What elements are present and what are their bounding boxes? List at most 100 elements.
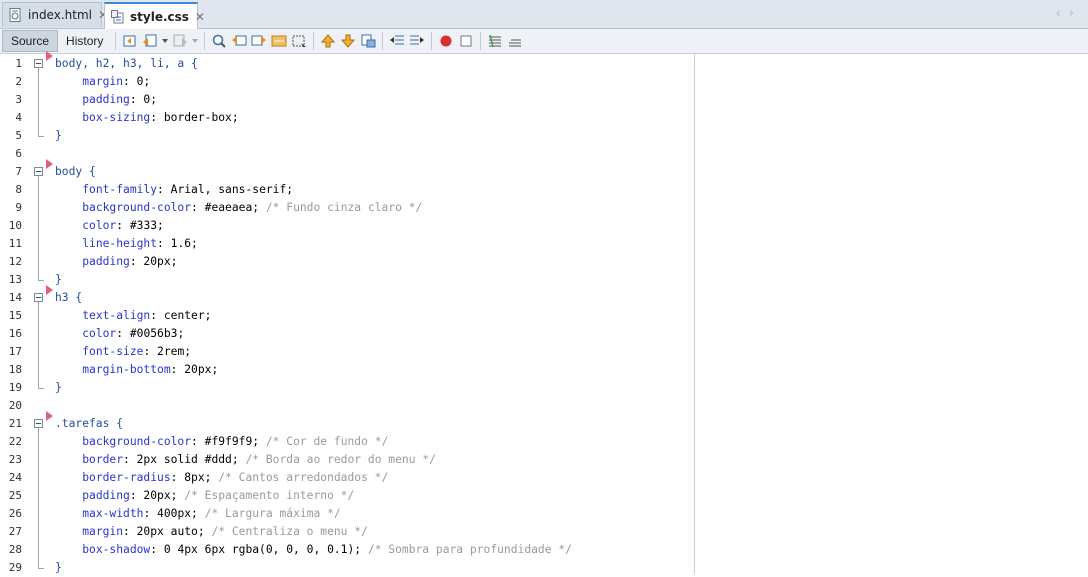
line-number: 16 [8,327,22,340]
next-bookmark-icon[interactable] [339,32,357,50]
css-comment: /* Centraliza o menu */ [211,525,368,538]
code-line: } [50,559,1080,577]
code-line: padding: 20px; /* Espaçamento interno */ [50,487,1080,505]
css-property: border-radius [82,471,171,484]
code-text: margin: 0; [55,73,150,91]
toolbar-separator [115,32,117,50]
code-line: body { [50,163,1080,181]
tab-style-css[interactable]: style.css ✕ [104,2,205,29]
collapse-fold-icon[interactable] [34,293,43,302]
line-number: 24 [8,471,22,484]
css-value: : 20px auto; [123,525,212,538]
css-selector: } [55,381,62,394]
code-line: body, h2, h3, li, a { [50,55,1080,73]
code-text: line-height: 1.6; [55,235,198,253]
code-text-area[interactable]: body, h2, h3, li, a { margin: 0; padding… [50,54,1088,574]
css-value: : Arial, sans-serif; [157,183,294,196]
tab-label: style.css [130,9,189,24]
last-edit-icon[interactable] [121,32,139,50]
css-selector: } [55,273,62,286]
find-icon[interactable] [210,32,228,50]
css-comment: /* Cor de fundo */ [265,435,389,448]
shift-left-icon[interactable] [388,32,406,50]
css-value: : 2px solid #ddd; [123,453,246,466]
code-line: } [50,379,1080,397]
css-comment: /* Fundo cinza claro */ [265,201,423,214]
code-line: text-align: center; [50,307,1080,325]
code-text: body { [55,163,96,181]
code-line: } [50,127,1080,145]
editor-tab-bar: index.html ✕ style.css ✕ ‹› [0,0,1088,29]
css-selector: body, h2, h3, li, a { [55,57,198,70]
line-number: 27 [8,525,22,538]
css-value: : border-box; [150,111,239,124]
css-comment: /* Espaçamento interno */ [184,489,355,502]
line-number: 21 [8,417,22,430]
css-property: border [82,453,124,466]
collapse-fold-icon[interactable] [34,167,43,176]
code-line: font-family: Arial, sans-serif; [50,181,1080,199]
code-text: font-family: Arial, sans-serif; [55,181,293,199]
stop-macro-recording-icon[interactable] [457,32,475,50]
previous-bookmark-icon[interactable] [319,32,337,50]
code-line: font-size: 2rem; [50,343,1080,361]
css-value: : 20px; [129,255,178,268]
code-editor[interactable]: 1 2 3 4 5 6 7 8 9 10 11 12 13 14 15 16 17 18 19 20 21 22 23 24 2… [0,51,1088,574]
line-number: 11 [8,237,22,250]
css-property: line-height [82,237,158,250]
find-previous-icon[interactable] [230,32,248,50]
source-button[interactable]: Source [2,30,59,52]
css-value: : #0056b3; [116,327,185,340]
toggle-comment-icon[interactable] [486,32,504,50]
start-macro-recording-icon[interactable] [437,32,455,50]
chevron-down-icon[interactable] [161,32,169,50]
css-value: : center; [150,309,212,322]
code-text: } [55,379,62,397]
line-number: 7 [15,165,22,178]
css-property: padding [82,489,130,502]
line-number: 10 [8,219,22,232]
toggle-bookmark-icon[interactable] [359,32,377,50]
code-line: color: #0056b3; [50,325,1080,343]
right-margin-guide [694,54,695,574]
line-number: 23 [8,453,22,466]
fold-guide-line [38,176,39,280]
css-value: : #333; [116,219,164,232]
css-property: color [82,327,117,340]
chevron-down-icon [191,32,199,50]
css-value: : 20px; [170,363,219,376]
chevron-left-icon[interactable]: ‹ [1056,6,1069,21]
close-icon[interactable]: ✕ [195,10,205,24]
collapse-fold-icon[interactable] [34,59,43,68]
find-selection-icon[interactable] [270,32,288,50]
shift-right-icon[interactable] [408,32,426,50]
uncomment-icon[interactable] [506,32,524,50]
css-selector: .tarefas { [55,417,124,430]
history-button[interactable]: History [58,31,111,51]
css-property: text-align [82,309,151,322]
code-text: box-shadow: 0 4px 6px rgba(0, 0, 0, 0.1)… [55,541,572,559]
editor-toolbar: Source History [0,29,1088,54]
code-line: border: 2px solid #ddd; /* Borda ao redo… [50,451,1080,469]
select-rectangle-icon[interactable] [290,32,308,50]
css-property: margin [82,525,124,538]
chevron-right-icon[interactable]: › [1069,6,1082,21]
back-icon[interactable] [141,32,159,50]
find-next-icon[interactable] [250,32,268,50]
code-line: border-radius: 8px; /* Cantos arredondad… [50,469,1080,487]
tab-index-html[interactable]: index.html ✕ [2,2,108,27]
code-text: color: #0056b3; [55,325,184,343]
code-text: box-sizing: border-box; [55,109,239,127]
collapse-fold-icon[interactable] [34,419,43,428]
code-text: background-color: #f9f9f9; /* Cor de fun… [55,433,388,451]
